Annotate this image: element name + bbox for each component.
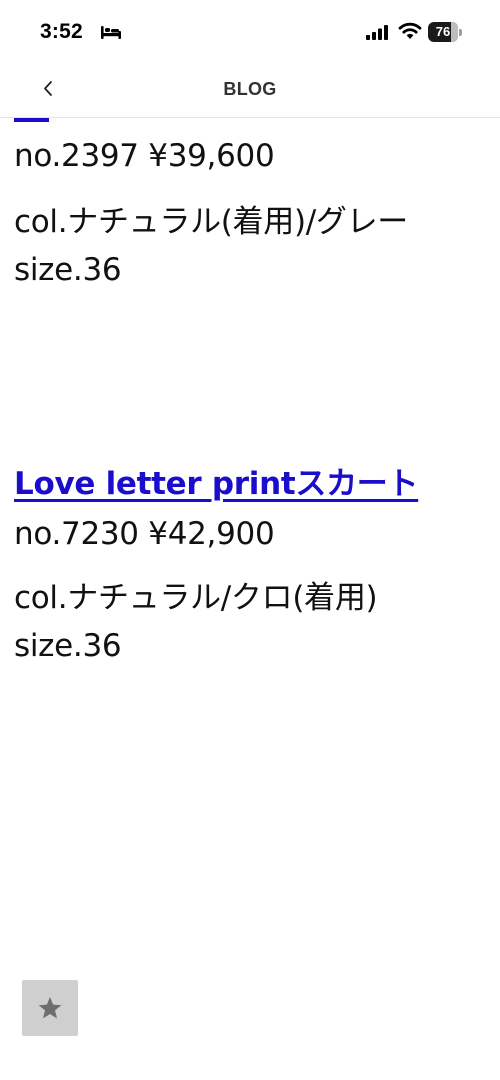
battery-body: 76 (428, 22, 458, 42)
link-underline-fragment (14, 118, 49, 122)
item-size: size.36 (14, 628, 122, 664)
wifi-icon (398, 22, 422, 39)
item-size: size.36 (14, 252, 122, 288)
favorite-button[interactable] (22, 980, 78, 1036)
star-icon (38, 997, 62, 1019)
item-price: no.2397 ¥39,600 (14, 138, 275, 174)
battery-indicator: 76 (428, 22, 462, 42)
cellular-signal-icon (366, 25, 388, 40)
battery-empty-portion (450, 22, 458, 42)
battery-tip (459, 29, 462, 36)
blog-content[interactable]: no.2397 ¥39,600 col.ナチュラル(着用)/グレー size.3… (0, 118, 500, 1080)
page-title: BLOG (223, 79, 277, 99)
item-color: col.ナチュラル/クロ(着用) (14, 580, 378, 616)
product-link[interactable]: Love letter printスカート (14, 458, 418, 503)
item-price: no.7230 ¥42,900 (14, 516, 275, 552)
battery-level-text: 76 (435, 24, 451, 39)
navigation-bar: BLOG (0, 62, 500, 118)
status-bar: 3:52 76 (0, 0, 500, 62)
sleep-focus-icon (101, 26, 121, 39)
item-color: col.ナチュラル(着用)/グレー (14, 204, 409, 240)
status-time: 3:52 (40, 20, 83, 43)
